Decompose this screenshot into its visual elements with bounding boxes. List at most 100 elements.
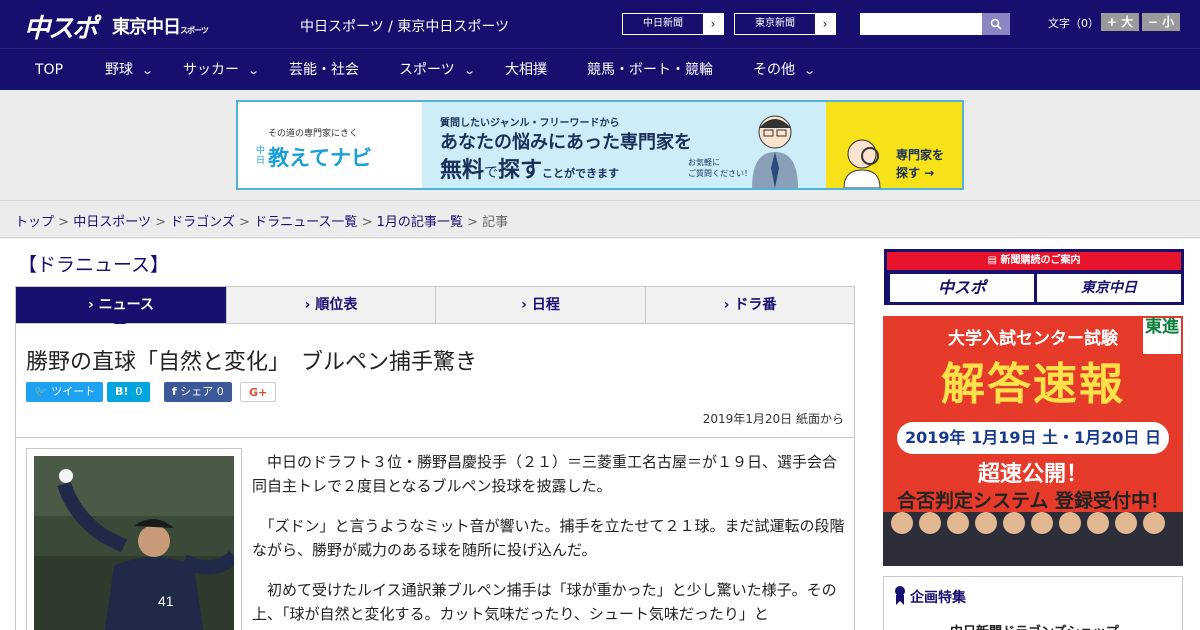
search-button[interactable] (982, 13, 1010, 35)
banner-free: 無料 (440, 158, 485, 183)
nav-label: 大相撲 (505, 62, 547, 78)
teacher-head (1115, 512, 1137, 534)
banner-cta-text: 専門家を 探す → (896, 148, 945, 180)
teacher-head (1031, 512, 1053, 534)
nav-item-top[interactable]: TOP (35, 49, 63, 91)
pitcher-photo[interactable]: 41 (34, 456, 234, 630)
nav-item-other[interactable]: その他 ⌄ (753, 49, 817, 91)
breadcrumb-separator: > (361, 215, 373, 230)
breadcrumb-january[interactable]: 1月の記事一覧 (377, 215, 463, 230)
search-icon (990, 18, 1002, 30)
tokyo-chunichi-subscribe-logo[interactable]: 東京中日 (1037, 274, 1181, 302)
oshiete-navi-banner[interactable]: その道の専門家にきく 中日 教えてナビ 質問したいジャンル・フリーワードから あ… (236, 100, 964, 190)
banner-cta[interactable]: 専門家を 探す → (826, 102, 962, 188)
font-smaller-button[interactable]: − 小 (1142, 13, 1180, 31)
expert-illustration-icon (752, 115, 798, 188)
subscription-box[interactable]: ▤ 新聞購読のご案内 中スポ 東京中日 (884, 249, 1184, 305)
ad-title: 大学入試センター試験 (948, 329, 1118, 349)
nav-label: TOP (35, 62, 64, 78)
nav-item-sports[interactable]: スポーツ ⌄ (399, 49, 476, 91)
facebook-count: 0 (216, 385, 224, 398)
breadcrumb: トップ > 中日スポーツ > ドラゴンズ > ドラニュース一覧 > 1月の記事一… (15, 211, 508, 230)
tab-label: ニュース (98, 297, 154, 313)
facebook-share-button[interactable]: f シェア 0 (164, 382, 232, 402)
teacher-head (919, 512, 941, 534)
article-paragraph: 中日のドラフト３位・勝野昌慶投手（２１）＝三菱重工名古屋＝が１９日、選手会合同自… (252, 450, 846, 498)
breadcrumb-bar: トップ > 中日スポーツ > ドラゴンズ > ドラニュース一覧 > 1月の記事一… (0, 200, 1200, 238)
chevron-down-icon: ⌄ (462, 64, 476, 77)
chuspo-subscribe-logo[interactable]: 中スポ (890, 274, 1034, 302)
twitter-icon: 🐦 (34, 385, 48, 398)
tweet-button[interactable]: 🐦 ツイート (26, 382, 104, 402)
banner-can: ことができます (542, 167, 620, 180)
chevron-down-icon: ⌄ (247, 64, 261, 77)
breadcrumb-separator: > (467, 215, 478, 230)
exam-answer-ad[interactable]: 東進 大学入試センター試験 解答速報 2019年 1月19日 土・1月20日 日… (883, 316, 1183, 566)
tokyo-logo-text: 東京中日 (112, 17, 181, 38)
chevron-down-icon: ⌄ (803, 64, 817, 77)
tab-news[interactable]: › ニュース (16, 287, 227, 323)
teacher-head (1087, 512, 1109, 534)
feature-item-dragons-shop[interactable]: 中日新聞ドラゴンズショップ (950, 621, 1119, 630)
tab-schedule[interactable]: › 日程 (436, 287, 646, 323)
hatena-count: 0 (135, 385, 143, 398)
teacher-head (947, 512, 969, 534)
tab-dora-ban[interactable]: › ドラ番 (646, 287, 854, 323)
nav-label: 競馬・ボート・競輪 (587, 62, 713, 78)
banner-line3: 無料で探すことができます (440, 152, 619, 184)
chevron-right-icon: › (703, 14, 723, 34)
facebook-icon: f (172, 385, 177, 398)
breadcrumb-separator: > (239, 215, 250, 230)
tokyo-chunichi-logo[interactable]: 東京中日スポーツ (112, 13, 209, 39)
tokyo-shimbun-link[interactable]: 東京新聞 › (734, 13, 836, 35)
font-bigger-button[interactable]: + 大 (1101, 13, 1139, 31)
nav-label: サッカー (183, 62, 239, 78)
chuspo-logo[interactable]: 中スポ (24, 8, 98, 45)
banner-de: で (484, 165, 499, 181)
section-title: 【ドラニュース】 (18, 254, 170, 276)
breadcrumb-chunichi-sports[interactable]: 中日スポーツ (73, 215, 151, 230)
google-plus-button[interactable]: G+ (240, 382, 277, 402)
tab-label: 順位表 (315, 297, 358, 313)
tweet-label: ツイート (51, 385, 96, 398)
feature-title: 企画特集 (910, 590, 966, 606)
hatena-button[interactable]: B! 0 (107, 382, 151, 402)
nav-label: その他 (753, 62, 795, 78)
facebook-label: シェア (180, 385, 214, 398)
top-header: 中スポ 東京中日スポーツ 中日スポーツ / 東京中日スポーツ 中日新聞 › 東京… (0, 0, 1200, 48)
newspaper-icon: ▤ (987, 255, 997, 266)
banner-mini-brand: 中日 (256, 146, 266, 166)
svg-text:41: 41 (158, 593, 174, 609)
article-paragraph: 初めて受けたルイス通訳兼ブルペン捕手は「球が重かった」と少し驚いた様子。その上、… (252, 578, 846, 626)
breadcrumb-top[interactable]: トップ (15, 215, 54, 230)
breadcrumb-current: 記事 (482, 215, 509, 230)
nav-item-sumo[interactable]: 大相撲 (505, 49, 547, 91)
nav-item-racing[interactable]: 競馬・ボート・競輪 (587, 49, 713, 91)
subscription-title-text: 新聞購読のご案内 (1000, 255, 1081, 266)
search-input[interactable] (860, 13, 982, 35)
paragraph-text: 中日のドラフト３位・勝野昌慶投手（２１）＝三菱重工名古屋＝が１９日、選手会合同自… (252, 453, 838, 495)
breadcrumb-dora-news[interactable]: ドラニュース一覧 (254, 215, 357, 230)
subscription-title: ▤ 新聞購読のご案内 (887, 252, 1181, 270)
breadcrumb-separator: > (155, 215, 166, 230)
chevron-down-icon: ⌄ (141, 64, 155, 77)
ad-fast-release: 超速公開！ (977, 462, 1088, 487)
banner-line2: あなたの悩みにあった専門家を (440, 132, 692, 153)
site-name: 中日スポーツ / 東京中日スポーツ (300, 19, 510, 35)
breadcrumb-dragons[interactable]: ドラゴンズ (170, 215, 235, 230)
ribbon-icon (895, 586, 905, 605)
banner-note: お気軽に ご質問ください！ (688, 158, 752, 178)
tab-standings[interactable]: › 順位表 (227, 287, 436, 323)
nav-item-soccer[interactable]: サッカー ⌄ (183, 49, 261, 91)
hatena-icon: B! (115, 385, 129, 398)
nav-label: 野球 (105, 62, 133, 78)
chevron-right-icon: › (815, 14, 835, 34)
tab-label: 日程 (531, 297, 560, 313)
nav-item-entertainment[interactable]: 芸能・社会 (289, 49, 359, 91)
article-headline: 勝野の直球「自然と変化」 ブルペン捕手驚き (26, 350, 478, 375)
teacher-head (975, 512, 997, 534)
nav-item-baseball[interactable]: 野球 ⌄ (105, 49, 155, 91)
ext-link-label: 東京新聞 (755, 18, 795, 29)
chunichi-shimbun-link[interactable]: 中日新聞 › (622, 13, 724, 35)
banner-search: 探す (498, 158, 543, 183)
